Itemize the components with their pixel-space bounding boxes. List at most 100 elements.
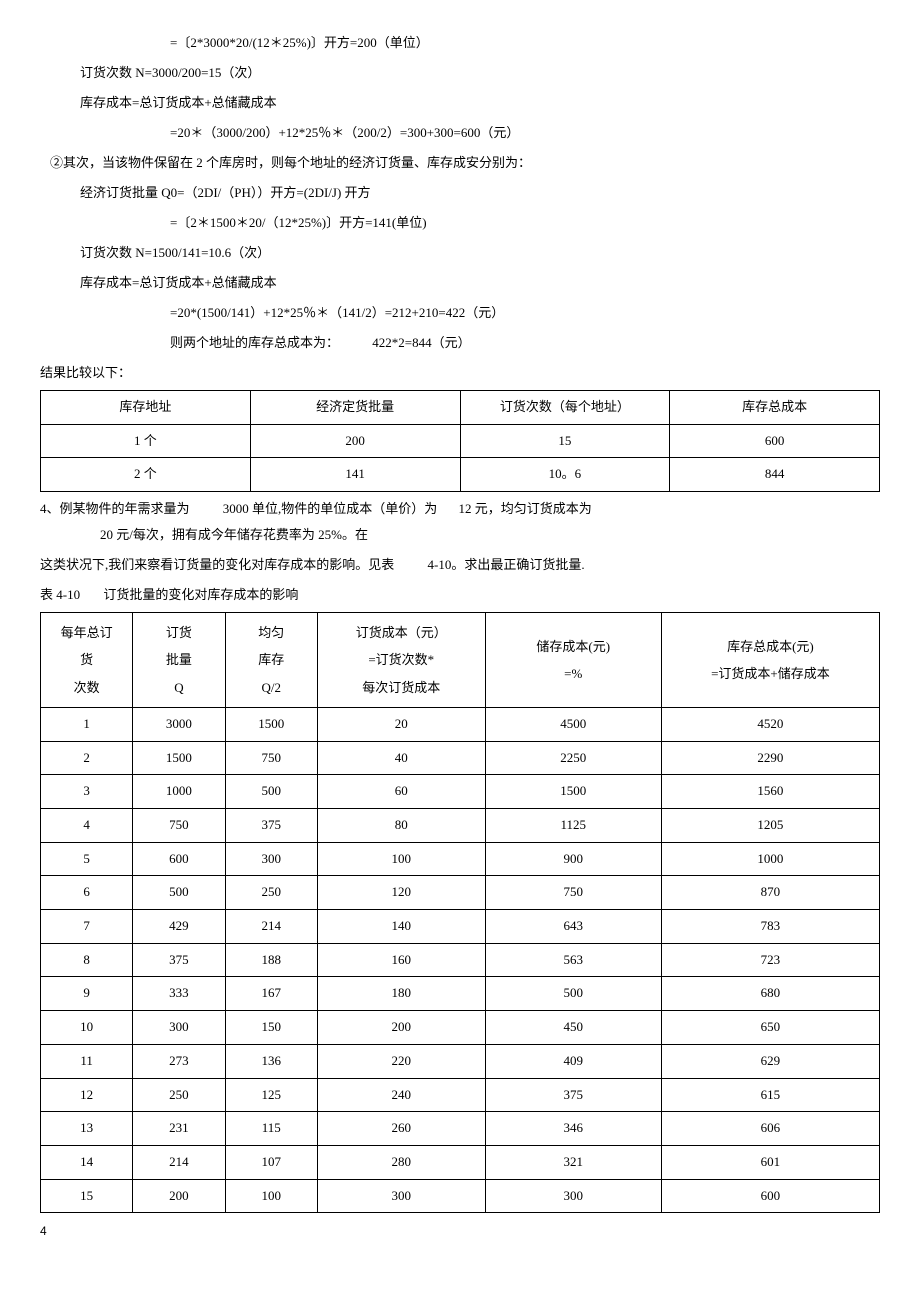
- table-row: 56003001009001000: [41, 842, 880, 876]
- table-cell: 375: [225, 809, 317, 843]
- table-cell: 500: [225, 775, 317, 809]
- result-table-2: 每年总订货次数订货批量Q均匀库存Q/2订货成本（元）=订货次数*每次订货成本储存…: [40, 612, 880, 1213]
- table-cell: 650: [661, 1011, 879, 1045]
- table-cell: 7: [41, 910, 133, 944]
- table-row: 10300150200450650: [41, 1011, 880, 1045]
- result-table-1: 库存地址 经济定货批量 订货次数（每个地址） 库存总成本 1 个20015600…: [40, 390, 880, 492]
- table-row: 310005006015001560: [41, 775, 880, 809]
- table-cell: 783: [661, 910, 879, 944]
- table-cell: 9: [41, 977, 133, 1011]
- table-cell: 300: [485, 1179, 661, 1213]
- col-header: 订货成本（元）=订货次数*每次订货成本: [317, 613, 485, 708]
- table-cell: 6: [41, 876, 133, 910]
- calc-line: 订货次数 N=3000/200=15（次）: [40, 60, 880, 86]
- calc-line: =20*(1500/141）+12*25％＊（141/2）=212+210=42…: [40, 300, 880, 326]
- table-cell: 3: [41, 775, 133, 809]
- table-cell: 180: [317, 977, 485, 1011]
- problem-line: 4、例某物件的年需求量为 3000 单位,物件的单位成本（单价）为 12 元，均…: [40, 496, 880, 548]
- text-seg: 4-10。求出最正确订货批量.: [428, 552, 585, 578]
- table-cell: 450: [485, 1011, 661, 1045]
- table-cell: 125: [225, 1078, 317, 1112]
- table-cell: 260: [317, 1112, 485, 1146]
- table-row: 11273136220409629: [41, 1044, 880, 1078]
- table-cell: 214: [133, 1145, 225, 1179]
- table-cell: 240: [317, 1078, 485, 1112]
- table-cell: 2250: [485, 741, 661, 775]
- table-cell: 60: [317, 775, 485, 809]
- col-header: 库存总成本: [670, 391, 880, 425]
- table-cell: 12: [41, 1078, 133, 1112]
- table-cell: 870: [661, 876, 879, 910]
- table-cell: 750: [485, 876, 661, 910]
- calc-line: =20＊（3000/200）+12*25％＊（200/2）=300+300=60…: [40, 120, 880, 146]
- table-cell: 300: [225, 842, 317, 876]
- caption-number: 表 4-10: [40, 582, 80, 608]
- table-cell: 107: [225, 1145, 317, 1179]
- table-row: 15200100300300600: [41, 1179, 880, 1213]
- table-cell: 1000: [661, 842, 879, 876]
- table-cell: 629: [661, 1044, 879, 1078]
- table-cell: 250: [133, 1078, 225, 1112]
- table-cell: 1: [41, 707, 133, 741]
- table-cell: 321: [485, 1145, 661, 1179]
- calc-line: ②其次，当该物件保留在 2 个库房时，则每个地址的经济订货量、库存成安分别为：: [40, 150, 880, 176]
- col-header: 订货次数（每个地址）: [460, 391, 670, 425]
- table-cell: 13: [41, 1112, 133, 1146]
- table-cell: 750: [225, 741, 317, 775]
- table-cell: 188: [225, 943, 317, 977]
- table-cell: 300: [317, 1179, 485, 1213]
- table-cell: 1500: [133, 741, 225, 775]
- table-cell: 429: [133, 910, 225, 944]
- text-seg: 4、例某物件的年需求量为: [40, 496, 190, 522]
- calc-line: =〔2＊1500＊20/（12*25%)〕开方=141(单位): [40, 210, 880, 236]
- table-row: 9333167180500680: [41, 977, 880, 1011]
- table-cell: 5: [41, 842, 133, 876]
- table-cell: 1500: [485, 775, 661, 809]
- table-cell: 10: [41, 1011, 133, 1045]
- table-cell: 563: [485, 943, 661, 977]
- table-cell: 120: [317, 876, 485, 910]
- table-cell: 680: [661, 977, 879, 1011]
- table-cell: 600: [661, 1179, 879, 1213]
- table-row: 215007504022502290: [41, 741, 880, 775]
- table-cell: 100: [225, 1179, 317, 1213]
- table-cell: 14: [41, 1145, 133, 1179]
- table-cell: 4520: [661, 707, 879, 741]
- table-cell: 136: [225, 1044, 317, 1078]
- col-header: 经济定货批量: [250, 391, 460, 425]
- col-header: 库存地址: [41, 391, 251, 425]
- table-cell: 409: [485, 1044, 661, 1078]
- table-cell: 750: [133, 809, 225, 843]
- table-cell: 1125: [485, 809, 661, 843]
- text-seg: 这类状况下,我们来察看订货量的变化对库存成本的影响。见表: [40, 552, 394, 578]
- col-header: 订货批量Q: [133, 613, 225, 708]
- table-cell: 115: [225, 1112, 317, 1146]
- table-cell: 141: [250, 458, 460, 492]
- table-cell: 500: [133, 876, 225, 910]
- table-cell: 606: [661, 1112, 879, 1146]
- table-cell: 600: [670, 424, 880, 458]
- table-cell: 167: [225, 977, 317, 1011]
- col-header: 储存成本(元)=%: [485, 613, 661, 708]
- table-cell: 4500: [485, 707, 661, 741]
- table-header-row: 库存地址 经济定货批量 订货次数（每个地址） 库存总成本: [41, 391, 880, 425]
- table-cell: 40: [317, 741, 485, 775]
- table-cell: 200: [133, 1179, 225, 1213]
- table-cell: 844: [670, 458, 880, 492]
- table-cell: 160: [317, 943, 485, 977]
- table-cell: 220: [317, 1044, 485, 1078]
- col-header: 每年总订货次数: [41, 613, 133, 708]
- table-row: 7429214140643783: [41, 910, 880, 944]
- table-row: 8375188160563723: [41, 943, 880, 977]
- table-cell: 200: [317, 1011, 485, 1045]
- table-cell: 601: [661, 1145, 879, 1179]
- table-row: 47503758011251205: [41, 809, 880, 843]
- table-cell: 1205: [661, 809, 879, 843]
- table-cell: 900: [485, 842, 661, 876]
- table-cell: 375: [485, 1078, 661, 1112]
- result-heading: 结果比较以下：: [40, 360, 880, 386]
- text-seg: 12 元，均匀订货成本为: [459, 496, 592, 522]
- table-caption: 表 4-10 订货批量的变化对库存成本的影响: [40, 582, 880, 608]
- problem-line: 这类状况下,我们来察看订货量的变化对库存成本的影响。见表 4-10。求出最正确订…: [40, 552, 880, 578]
- table-cell: 8: [41, 943, 133, 977]
